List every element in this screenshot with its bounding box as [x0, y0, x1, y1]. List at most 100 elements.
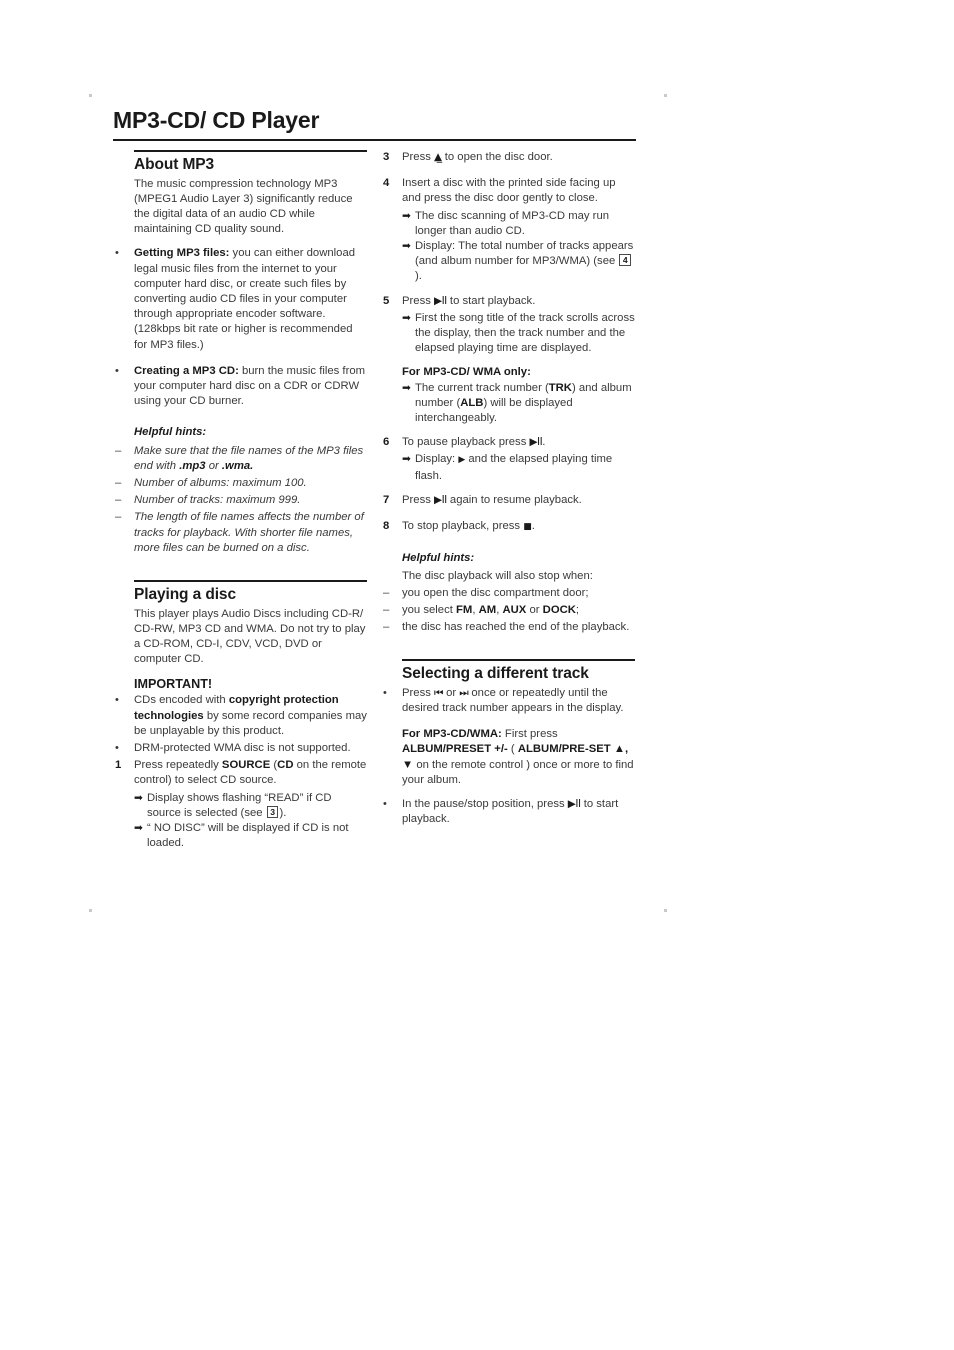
about-intro-paragraph: The music compression technology MP3 (MP… — [134, 177, 353, 236]
hint-text: you select FM, AM, AUX or DOCK; — [402, 603, 636, 618]
sub-item-text: First the song title of the track scroll… — [415, 311, 635, 355]
step-bold-source: SOURCE — [221, 759, 271, 772]
sub-item-text: Display shows flashing “READ” if CD sour… — [147, 791, 368, 821]
section-divider-about — [134, 150, 367, 152]
bullet-icon: • — [115, 364, 119, 377]
sub-pre: Display shows flashing “READ” if CD sour… — [147, 791, 332, 819]
play-pause-icon: ▶II — [567, 798, 581, 811]
list-item: – The length of file names affects the n… — [113, 510, 368, 556]
hint-mid: or — [205, 459, 222, 472]
sub-item: ➡ The disc scanning of MP3-CD may run lo… — [402, 209, 636, 239]
playing-intro-paragraph: This player plays Audio Discs including … — [134, 607, 366, 666]
hint-bold1: .mp3 — [179, 459, 206, 472]
boxed-reference-number: 4 — [619, 254, 632, 267]
step-post: to open the disc door. — [441, 151, 553, 163]
section-divider-playing — [134, 580, 367, 583]
mp3-wma-label: For MP3-CD/WMA: — [402, 728, 502, 741]
bullet-text: Press ⏮ or ⏭ once or repeatedly until th… — [402, 686, 636, 716]
helpful-hints-heading: Helpful hints: — [402, 552, 475, 565]
dash-icon: – — [383, 621, 390, 634]
list-item: – you select FM, AM, AUX or DOCK; — [381, 603, 636, 618]
list-item: • Press ⏮ or ⏭ once or repeatedly until … — [381, 686, 636, 716]
sub-item: ➡ Display: The total number of tracks ap… — [402, 239, 636, 285]
list-item: – the disc has reached the end of the pl… — [381, 620, 636, 635]
hint-text: Number of albums: maximum 100. — [134, 477, 307, 490]
about-bullet-text: Getting MP3 files: you can either downlo… — [134, 246, 368, 352]
trk-label: TRK — [548, 381, 572, 394]
hint-post: ; — [575, 603, 580, 616]
step-item: 3 Press ▲̲ to open the disc door. — [381, 150, 636, 165]
dash-icon: – — [115, 511, 122, 524]
arrow-icon: ➡ — [134, 822, 143, 835]
registration-mark-bottom-right — [664, 909, 667, 912]
left-column: About MP3 The music compression technolo… — [113, 150, 368, 852]
step-text: Press ▶II to start playback. — [402, 294, 636, 309]
bullet-lead: Creating a MP3 CD: — [134, 364, 239, 377]
hint-text: Make sure that the file names of the MP3… — [134, 444, 368, 474]
important-bullet-text: DRM-protected WMA disc is not supported. — [134, 742, 351, 755]
step-item: 7 Press ▶II again to resume playback. — [381, 493, 636, 508]
sub-post: ). — [415, 270, 422, 283]
section-heading-about: About MP3 — [134, 156, 215, 173]
source-dock-label: DOCK — [542, 603, 576, 616]
bullet-icon: • — [115, 694, 119, 707]
about-bullet-text: Creating a MP3 CD: burn the music files … — [134, 364, 368, 410]
hint-pre: you select — [402, 603, 457, 616]
source-aux-label: AUX — [502, 603, 527, 616]
step-post: to start playback. — [446, 294, 536, 307]
next-track-icon: ⏭ — [459, 686, 469, 699]
section-playing-a-disc: Playing a disc This player plays Audio D… — [113, 580, 368, 851]
bullet-icon: • — [383, 798, 387, 811]
hint-bold2: .wma. — [221, 459, 254, 472]
manual-page: MP3-CD/ CD Player About MP3 The music co… — [0, 0, 954, 1350]
sub-pre: Display: — [415, 453, 459, 466]
play-pause-icon: ▶II — [529, 436, 543, 449]
step-post: . — [531, 520, 535, 533]
bullet-lead: Getting MP3 files: — [134, 247, 230, 260]
dash-icon: – — [115, 444, 122, 457]
bullet-text: In the pause/stop position, press ▶II to… — [402, 797, 636, 827]
step-number: 4 — [383, 177, 390, 190]
sub-pre: Display: The total number of tracks appe… — [415, 240, 634, 268]
play-pause-icon: ▶II — [434, 294, 447, 307]
step-item: 1 Press repeatedly SOURCE (CD on the rem… — [113, 758, 368, 788]
boxed-reference-number: 3 — [266, 805, 279, 818]
list-item: – Number of tracks: maximum 999. — [113, 493, 368, 508]
sub-item: ➡ Display: ▶ and the elapsed playing tim… — [402, 452, 636, 483]
arrow-icon: ➡ — [402, 311, 411, 324]
step-item: 6 To pause playback press ▶II. — [381, 435, 636, 450]
bullet-icon: • — [115, 247, 119, 260]
step-text: Press repeatedly SOURCE (CD on the remot… — [134, 758, 368, 788]
step-pre: Press — [402, 294, 435, 307]
section-heading-playing: Playing a disc — [134, 586, 236, 604]
section-heading-selecting: Selecting a different track — [402, 665, 589, 683]
sub-item-text: The disc scanning of MP3-CD may run long… — [415, 209, 610, 237]
bullet-mid: or — [442, 686, 460, 699]
list-item: • Getting MP3 files: you can either down… — [113, 246, 368, 352]
section-about-mp3: About MP3 The music compression technolo… — [113, 150, 368, 556]
step-item: 4 Insert a disc with the printed side fa… — [381, 176, 636, 206]
dash-icon: – — [115, 477, 122, 490]
step-pre: Press — [402, 151, 435, 163]
bullet-icon: • — [115, 742, 119, 755]
dash-icon: – — [383, 603, 390, 616]
arrow-icon: ➡ — [402, 453, 411, 466]
step-pre: Press repeatedly — [134, 759, 222, 772]
mp3-album-instructions: For MP3-CD/WMA: First press ALBUM/PRESET… — [402, 727, 636, 788]
sub-pre: The current track number ( — [415, 381, 549, 394]
step-post: . — [542, 436, 546, 449]
stop-icon: ■ — [523, 522, 532, 533]
sub-item-text: “ NO DISC” will be displayed if CD is no… — [147, 822, 349, 850]
list-item: • DRM-protected WMA disc is not supporte… — [113, 741, 368, 756]
step-bold-cd: CD — [277, 759, 294, 772]
step-text: Press ▶II again to resume playback. — [402, 493, 636, 508]
arrow-icon: ➡ — [402, 381, 411, 394]
mp3-wma-only-label: For MP3-CD/ WMA only: — [402, 366, 531, 379]
sub-item: ➡ “ NO DISC” will be displayed if CD is … — [134, 821, 368, 851]
hint-text: Number of tracks: maximum 999. — [134, 494, 301, 507]
section-selecting-track: Selecting a different track • Press ⏮ or… — [381, 659, 636, 827]
step-item: 5 Press ▶II to start playback. — [381, 294, 636, 309]
play-pause-icon: ▶II — [434, 493, 447, 506]
dash-icon: – — [383, 586, 390, 599]
hint-text: The length of file names affects the num… — [134, 511, 364, 554]
